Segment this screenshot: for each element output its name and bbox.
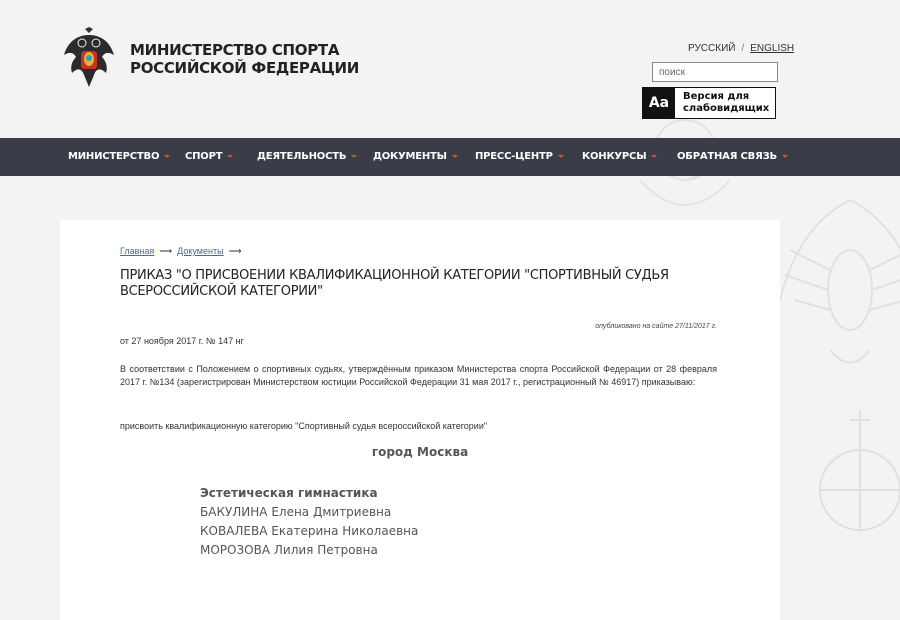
chevron-down-icon: [451, 154, 458, 158]
breadcrumb: Главная ⟶ Документы ⟶: [120, 246, 246, 257]
nav-item-sport[interactable]: Спорт: [185, 138, 234, 176]
nav-item-ministry[interactable]: Министерство: [68, 138, 171, 176]
background-orb-decoration: [819, 410, 900, 531]
document-content: Главная ⟶ Документы ⟶ ПРИКАЗ "О ПРИСВОЕНИИ …: [60, 220, 780, 620]
breadcrumb-home-link[interactable]: Главная: [120, 246, 154, 256]
nav-label: Конкурсы: [582, 151, 647, 162]
language-switcher: РУССКИЙ / ENGLISH: [688, 43, 794, 54]
main-navigation: Министерство Спорт Деятельность Документ…: [0, 138, 900, 176]
nav-label: Документы: [373, 151, 447, 162]
sport-name: Эстетическая гимнастика: [200, 486, 378, 500]
city-heading: город Москва: [371, 445, 469, 459]
chevron-down-icon: [164, 154, 171, 158]
chevron-down-icon: [351, 154, 358, 158]
site-header: Министерство спорта Российской Федерации…: [0, 0, 900, 138]
document-paragraph: В соответствии с Положением о спортивных…: [120, 364, 717, 387]
site-title[interactable]: Министерство спорта Российской Федерации: [130, 41, 359, 77]
chevron-down-icon: [227, 154, 234, 158]
decree-text: присвоить квалификационную категорию "Сп…: [120, 421, 488, 431]
lang-english-link[interactable]: ENGLISH: [750, 43, 794, 54]
list-item: МОРОЗОВА Лилия Петровна: [200, 543, 378, 557]
accessibility-version-button[interactable]: Aa Версия для слабовидящих: [642, 87, 776, 119]
font-size-icon: Aa: [643, 88, 675, 118]
chevron-down-icon: [557, 154, 564, 158]
awardee-list: Эстетическая гимнастика БАКУЛИНА Елена Д…: [200, 484, 418, 560]
breadcrumb-documents-link[interactable]: Документы: [177, 246, 223, 256]
nav-item-contests[interactable]: Конкурсы: [582, 138, 658, 176]
chevron-down-icon: [781, 154, 788, 158]
nav-label: Министерство: [68, 151, 160, 162]
nav-item-activity[interactable]: Деятельность: [257, 138, 358, 176]
lang-russian-link[interactable]: РУССКИЙ: [688, 43, 735, 54]
chevron-down-icon: [651, 154, 658, 158]
accessibility-label: Версия для слабовидящих: [683, 91, 769, 115]
site-title-line1: Министерство спорта: [130, 41, 340, 59]
lang-separator: /: [741, 43, 745, 54]
accessibility-label-line2: слабовидящих: [683, 103, 770, 114]
search-input[interactable]: [652, 62, 778, 82]
arrow-right-icon: ⟶: [159, 246, 173, 256]
list-item: БАКУЛИНА Елена Дмитриевна: [200, 505, 392, 519]
document-date: от 27 ноября 2017 г. № 147 нг: [120, 336, 244, 346]
background-eagle-decoration: [779, 199, 900, 364]
published-date: опубликовано на сайте 27/11/2017 г.: [595, 323, 717, 330]
nav-item-feedback[interactable]: Обратная связь: [677, 138, 788, 176]
nav-label: Пресс-центр: [475, 151, 553, 162]
site-title-line2: Российской Федерации: [130, 59, 360, 77]
arrow-right-icon: ⟶: [228, 246, 242, 256]
nav-item-documents[interactable]: Документы: [373, 138, 458, 176]
nav-label: Деятельность: [257, 151, 347, 162]
nav-label: Спорт: [185, 151, 223, 162]
nav-label: Обратная связь: [677, 151, 777, 162]
coat-of-arms-logo[interactable]: [62, 27, 116, 89]
accessibility-label-line1: Версия для: [683, 91, 750, 102]
page-title: ПРИКАЗ "О ПРИСВОЕНИИ КВАЛИФИКАЦИОННОЙ КА…: [120, 268, 669, 299]
nav-item-press-center[interactable]: Пресс-центр: [475, 138, 564, 176]
list-item: КОВАЛЕВА Екатерина Николаевна: [200, 524, 419, 538]
